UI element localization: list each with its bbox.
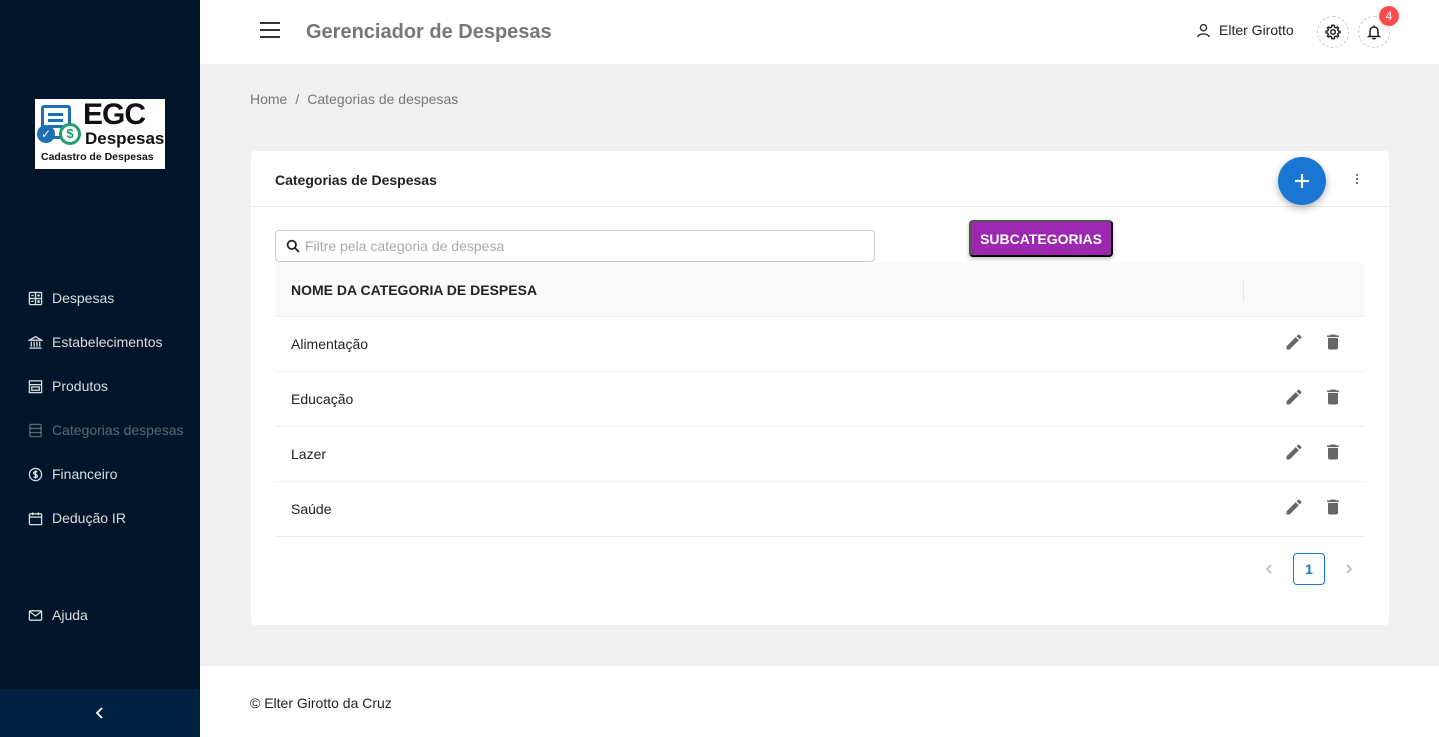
card-title: Categorias de Despesas	[275, 172, 437, 188]
delete-button[interactable]	[1322, 331, 1344, 353]
categories-table: NOME DA CATEGORIA DE DESPESA Alimentação…	[275, 263, 1365, 537]
breadcrumb-current: Categorias de despesas	[307, 91, 459, 107]
column-header-name: NOME DA CATEGORIA DE DESPESA	[291, 281, 538, 298]
footer-copyright: © Elter Girotto da Cruz	[250, 695, 392, 711]
trash-icon	[1327, 334, 1339, 350]
logo-title-secondary: Despesas	[85, 129, 165, 148]
card-header: Categorias de Despesas	[251, 151, 1389, 207]
pencil-icon	[1286, 499, 1302, 515]
row-actions	[1283, 386, 1344, 408]
row-actions	[1283, 331, 1344, 353]
row-actions	[1283, 441, 1344, 463]
sidebar-item-label: Financeiro	[52, 466, 118, 482]
search-input[interactable]	[305, 238, 865, 254]
user-name: Elter Girotto	[1219, 22, 1294, 38]
delete-button[interactable]	[1322, 496, 1344, 518]
table-row: Saúde	[275, 482, 1365, 537]
dollar-icon	[27, 466, 43, 482]
pagination: 1	[1259, 553, 1359, 585]
sidebar-item-financeiro[interactable]: Financeiro	[0, 452, 200, 496]
mail-icon	[27, 607, 43, 623]
database-icon	[27, 422, 43, 438]
sidebar-item-label: Produtos	[52, 378, 109, 394]
menu-toggle-icon[interactable]	[260, 22, 280, 40]
previous-page-button[interactable]	[1259, 559, 1279, 579]
calculator-icon	[27, 290, 43, 306]
chevron-left-icon	[1265, 564, 1272, 574]
subcategories-button[interactable]: SUBCATEGORIAS	[969, 220, 1113, 257]
plus-icon	[1295, 174, 1309, 188]
chevron-right-icon	[1346, 564, 1353, 574]
sidebar-item-label: Ajuda	[52, 607, 88, 623]
sidebar-item-ajuda[interactable]: Ajuda	[0, 593, 200, 637]
table-row: Educação	[275, 372, 1365, 427]
sidebar-menu: Despesas Estabelecimentos Produtos Categ…	[0, 276, 200, 540]
pencil-icon	[1286, 389, 1302, 405]
sidebar-item-label: Estabelecimentos	[52, 334, 163, 350]
category-name: Saúde	[291, 501, 332, 517]
edit-button[interactable]	[1283, 441, 1305, 463]
breadcrumb: Home / Categorias de despesas	[250, 91, 458, 107]
category-name: Lazer	[291, 446, 327, 462]
breadcrumb-home[interactable]: Home	[250, 91, 287, 107]
table-row: Alimentação	[275, 317, 1365, 372]
logo-title: EGC	[83, 99, 146, 131]
trash-icon	[1327, 389, 1339, 405]
categories-card: Categorias de Despesas SUBCATEGORIAS NOM…	[251, 151, 1389, 625]
search-field[interactable]	[275, 230, 875, 262]
logo-subtitle: Cadastro de Despesas	[41, 151, 154, 163]
next-page-button[interactable]	[1339, 559, 1359, 579]
row-actions	[1283, 496, 1344, 518]
edit-button[interactable]	[1283, 496, 1305, 518]
sidebar-help-section: Ajuda	[0, 593, 200, 637]
sidebar-item-estabelecimentos[interactable]: Estabelecimentos	[0, 320, 200, 364]
column-divider	[1243, 279, 1244, 301]
delete-button[interactable]	[1322, 386, 1344, 408]
sidebar-item-categorias-despesas[interactable]: Categorias despesas	[0, 408, 200, 452]
delete-button[interactable]	[1322, 441, 1344, 463]
sidebar-item-despesas[interactable]: Despesas	[0, 276, 200, 320]
app-title: Gerenciador de Despesas	[306, 21, 552, 43]
gear-icon	[1325, 24, 1341, 40]
chevron-left-icon	[95, 707, 103, 719]
trash-icon	[1327, 444, 1339, 460]
page-number-button[interactable]: 1	[1293, 553, 1325, 585]
search-icon	[286, 239, 300, 253]
sidebar-item-label: Categorias despesas	[52, 422, 184, 438]
bank-icon	[27, 334, 43, 350]
calendar-icon	[27, 510, 43, 526]
category-name: Educação	[291, 391, 354, 407]
app-logo: ✓ $ EGC Despesas Cadastro de Despesas	[35, 99, 165, 169]
edit-button[interactable]	[1283, 386, 1305, 408]
settings-button[interactable]	[1317, 16, 1349, 48]
category-name: Alimentação	[291, 336, 369, 352]
top-header: Gerenciador de Despesas Elter Girotto 4	[200, 0, 1439, 64]
sidebar-item-label: Dedução IR	[52, 510, 126, 526]
pencil-icon	[1286, 444, 1302, 460]
sidebar: ✓ $ EGC Despesas Cadastro de Despesas De…	[0, 0, 200, 737]
table-header: NOME DA CATEGORIA DE DESPESA	[275, 263, 1365, 317]
shop-icon	[27, 378, 43, 394]
sidebar-collapse-button[interactable]	[0, 689, 200, 737]
trash-icon	[1327, 499, 1339, 515]
dollar-coin-icon: $	[59, 123, 81, 145]
sidebar-item-produtos[interactable]: Produtos	[0, 364, 200, 408]
sidebar-item-deducao-ir[interactable]: Dedução IR	[0, 496, 200, 540]
pencil-icon	[1286, 334, 1302, 350]
user-menu[interactable]: Elter Girotto	[1196, 22, 1294, 38]
breadcrumb-separator: /	[295, 91, 300, 107]
bell-icon	[1366, 25, 1382, 40]
notification-badge: 4	[1379, 6, 1399, 26]
edit-button[interactable]	[1283, 331, 1305, 353]
table-row: Lazer	[275, 427, 1365, 482]
footer: © Elter Girotto da Cruz	[200, 666, 1439, 737]
more-options-icon[interactable]	[1351, 171, 1363, 187]
sidebar-item-label: Despesas	[52, 290, 115, 306]
user-icon	[1197, 23, 1210, 37]
check-icon: ✓	[37, 125, 55, 143]
add-category-button[interactable]	[1278, 157, 1326, 205]
